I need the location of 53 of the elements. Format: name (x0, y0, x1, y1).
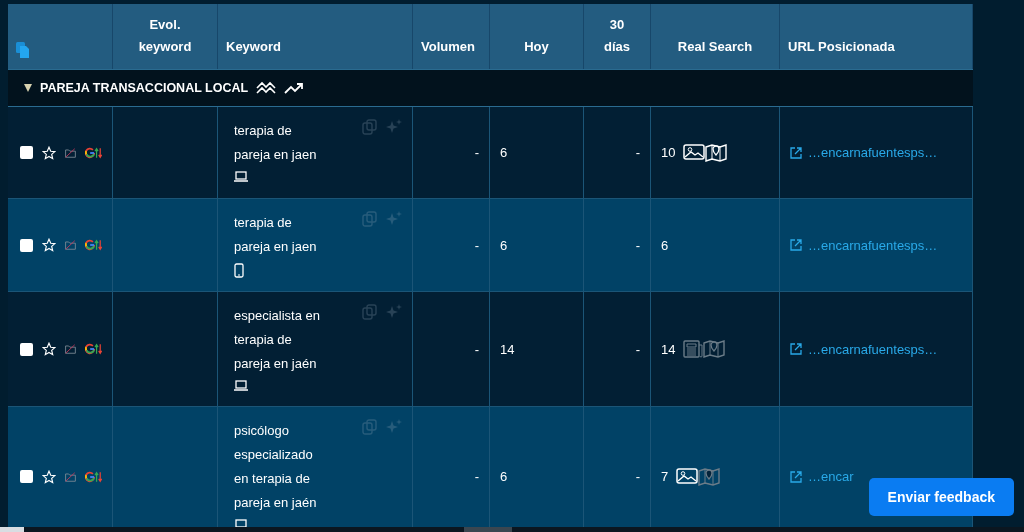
external-link-icon[interactable] (790, 343, 802, 355)
url-link[interactable]: …encar (808, 469, 854, 484)
column-header[interactable]: URL Posicionada (788, 36, 895, 58)
laptop-icon (234, 380, 248, 391)
row-checkbox[interactable] (20, 470, 33, 483)
phone-icon (234, 263, 244, 278)
group-title: PAREJA TRANSACCIONAL LOCAL (40, 81, 249, 95)
caret-icon[interactable] (24, 84, 32, 92)
keyword-text: psicólogo especializado en terapia de pareja en jaén (233, 422, 318, 512)
url-link[interactable]: …encarnafuentesps… (808, 145, 938, 160)
table-cell: - (413, 107, 490, 199)
horizontal-scrollbar[interactable] (0, 527, 1024, 532)
table-cell: - (413, 407, 490, 527)
star-icon[interactable] (42, 342, 56, 356)
table-cell: - (584, 199, 651, 292)
keyword-text: terapia de pareja en jaen (233, 214, 318, 256)
table-cell: - (584, 292, 651, 407)
table-cell: - (584, 107, 651, 199)
search-count: 6 (661, 237, 669, 253)
table-cell: - (584, 407, 651, 527)
keyword-text: especialista en terapia de pareja en jaén (233, 307, 321, 373)
external-link-icon[interactable] (790, 146, 802, 159)
feedback-button[interactable]: Enviar feedback (868, 478, 1014, 516)
search-count: 7 (661, 469, 669, 484)
row-checkbox[interactable] (20, 342, 33, 356)
row-checkbox[interactable] (20, 146, 33, 159)
table-cell: - (413, 199, 490, 292)
laptop-icon (234, 171, 248, 182)
external-link-icon[interactable] (790, 470, 802, 483)
url-link[interactable]: …encarnafuentesps… (808, 237, 938, 253)
url-link[interactable]: …encarnafuentesps… (808, 341, 938, 357)
search-count: 14 (661, 341, 676, 357)
folder-off-icon[interactable] (65, 237, 76, 253)
copy-icon[interactable] (16, 42, 30, 58)
table-cell: 6 (490, 107, 584, 199)
search-count: 10 (661, 145, 676, 160)
star-icon[interactable] (42, 145, 56, 160)
trend-up-icon[interactable] (284, 82, 305, 94)
trend-cross-icon[interactable] (256, 81, 277, 95)
row-checkbox[interactable] (20, 238, 33, 252)
keyword-text: terapia de pareja en jaen (233, 122, 318, 164)
folder-off-icon[interactable] (65, 341, 76, 357)
column-header[interactable]: Hoy (524, 36, 549, 58)
table-cell: 14 (490, 292, 584, 407)
column-header[interactable]: Real Search (677, 36, 753, 58)
star-icon[interactable] (42, 238, 56, 252)
table-cell: 6 (490, 407, 584, 527)
star-icon[interactable] (42, 469, 56, 484)
laptop-icon (234, 519, 248, 527)
external-link-icon[interactable] (790, 239, 802, 251)
table-cell: - (413, 292, 490, 407)
table-cell: 6 (490, 199, 584, 292)
column-header[interactable]: Keyword (226, 36, 281, 58)
